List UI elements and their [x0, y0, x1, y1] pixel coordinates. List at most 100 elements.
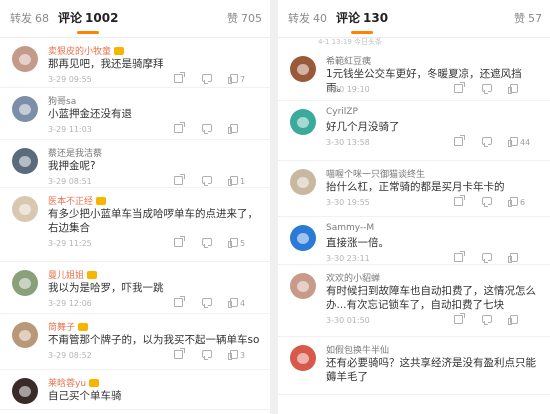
like-count: 1	[240, 177, 246, 186]
avatar[interactable]	[12, 196, 38, 222]
username[interactable]: 欢欢的小貂蝉	[326, 271, 380, 284]
comment-time: 3-29 11:03	[48, 125, 92, 134]
avatar[interactable]	[12, 378, 38, 404]
tab-comments-label: 评论	[58, 11, 83, 25]
avatar[interactable]	[12, 148, 38, 174]
reply-button[interactable]	[482, 84, 492, 96]
share-button[interactable]	[454, 82, 465, 96]
comment-text: 我押金呢?	[48, 159, 262, 173]
username[interactable]: 狗哥sa	[48, 94, 76, 107]
like-button[interactable]: 1	[228, 176, 246, 188]
like-button[interactable]	[508, 84, 520, 96]
share-button[interactable]	[174, 296, 185, 310]
avatar[interactable]	[290, 273, 316, 299]
username[interactable]: 医本不正经	[48, 194, 107, 207]
comment-item[interactable]: 欢欢的小貂蝉 有时候扫到故障车也自动扣费了，这情况怎么办...有次忘记锁车了，自动…	[278, 265, 550, 337]
comment-item[interactable]: 蔡还是我洁蔡 我押金呢? 3-29 08:51 1	[0, 140, 270, 188]
comment-item[interactable]: 简舞子 不甭管那个牌子的，以为我买不起一辆单车so 3-29 08:52 3	[0, 314, 270, 370]
username[interactable]: 曼儿姐姐	[48, 268, 98, 281]
like-button[interactable]: 5	[228, 238, 245, 250]
username-text: 卖狠皮的小牧童	[48, 47, 112, 57]
comment-item[interactable]: CyrilZP 好几个月没骑了 3-30 13:58 44	[278, 101, 550, 161]
like-button[interactable]: 4	[228, 298, 245, 310]
username[interactable]: 莱晗蓉yu	[48, 376, 100, 389]
comment-item[interactable]: 如假包换牛半仙 还有必要骑吗？这共享经济是没有盈利点只能薅羊毛了	[278, 337, 550, 395]
tab-reposts[interactable]: 转发 40	[288, 10, 327, 26]
share-button[interactable]	[174, 348, 185, 362]
reply-button[interactable]	[202, 74, 212, 86]
share-button[interactable]	[174, 72, 185, 86]
avatar-face	[19, 54, 31, 65]
like-button[interactable]: 6	[508, 197, 525, 209]
comment-item[interactable]: 喵喔个咪一只御猫谈终生 抬什么杠，正常骑的都是买月卡年卡的 3-30 19:55 6	[278, 161, 550, 217]
avatar-face	[297, 177, 309, 188]
share-button[interactable]	[454, 135, 465, 149]
comment-item[interactable]: 医本不正经 有多少把小蓝单车当成哈啰单车的点进来了，右边集合 3-29 11:25 5	[0, 188, 270, 262]
username[interactable]: Sammy--M	[326, 223, 374, 233]
reply-icon	[482, 84, 492, 94]
comment-item[interactable]: 狗哥sa 小蓝押金还没有退 3-29 11:03	[0, 88, 270, 140]
top-time: 4-1 13:19 今日头条	[318, 38, 383, 46]
share-icon	[454, 195, 465, 206]
like-button[interactable]: 44	[508, 137, 530, 149]
avatar[interactable]	[290, 225, 316, 251]
tab-likes[interactable]: 赞 57	[514, 10, 542, 26]
tab-reposts[interactable]: 转发 68	[10, 10, 49, 26]
avatar[interactable]	[290, 169, 316, 195]
like-button[interactable]: 7	[228, 74, 245, 86]
comment-item[interactable]: Sammy--M 直接涨一倍。 3-30 23:11	[278, 217, 550, 265]
like-button[interactable]	[508, 253, 520, 265]
comment-time: 3-30 23:11	[326, 254, 370, 263]
share-button[interactable]	[174, 236, 185, 250]
username[interactable]: 希範紅豆痍	[326, 54, 371, 67]
avatar[interactable]	[12, 96, 38, 122]
comment-text: 我以为是哈罗，吓我一跳	[48, 281, 262, 295]
username-text: Sammy--M	[326, 223, 375, 233]
share-button[interactable]	[454, 195, 465, 209]
avatar[interactable]	[290, 56, 316, 82]
username[interactable]: 如假包换牛半仙	[326, 343, 389, 356]
username[interactable]: 卖狠皮的小牧童	[48, 44, 125, 57]
avatar[interactable]	[290, 109, 316, 135]
reply-button[interactable]	[482, 253, 492, 265]
share-button[interactable]	[174, 174, 185, 188]
tab-reposts-count: 40	[313, 12, 327, 25]
share-icon	[454, 251, 465, 262]
share-button[interactable]	[174, 122, 185, 136]
username[interactable]: 简舞子	[48, 320, 89, 333]
username[interactable]: 喵喔个咪一只御猫谈终生	[326, 167, 425, 180]
username[interactable]: 蔡还是我洁蔡	[48, 146, 102, 159]
comment-item[interactable]: 莱晗蓉yu 自己买个单车骑	[0, 370, 270, 410]
comment-item[interactable]: 希範紅豆痍 1元钱坐公交车更好，冬暖夏凉，还遮风挡雨。 3-30 19:10	[278, 48, 550, 101]
avatar[interactable]	[12, 322, 38, 348]
tab-comments[interactable]: 评论 130	[336, 9, 388, 34]
right-tab-bar: 转发 40 评论 130 赞 57	[278, 0, 550, 38]
reply-button[interactable]	[202, 298, 212, 310]
share-button[interactable]	[454, 313, 465, 327]
avatar[interactable]	[12, 270, 38, 296]
tab-likes[interactable]: 赞 705	[227, 10, 262, 26]
avatar-face	[19, 204, 31, 215]
reply-button[interactable]	[202, 238, 212, 250]
like-button[interactable]: 3	[228, 350, 245, 362]
like-icon	[508, 315, 518, 325]
reply-button[interactable]	[202, 124, 212, 136]
comment-item[interactable]: 卖狠皮的小牧童 那再见吧，我还是骑摩拜 3-29 09:55 7	[0, 38, 270, 88]
like-button[interactable]	[508, 315, 520, 327]
share-button[interactable]	[454, 251, 465, 265]
like-button[interactable]	[228, 124, 240, 136]
comment-text: 抬什么杠，正常骑的都是买月卡年卡的	[326, 180, 542, 194]
tab-likes-count: 57	[528, 12, 542, 25]
comment-text-content: 那再见吧，我还是骑摩拜	[48, 58, 164, 70]
reply-button[interactable]	[482, 197, 492, 209]
reply-button[interactable]	[202, 350, 212, 362]
username[interactable]: CyrilZP	[326, 107, 358, 117]
tab-comments[interactable]: 评论 1002	[58, 9, 118, 34]
reply-icon	[482, 315, 492, 325]
avatar[interactable]	[12, 46, 38, 72]
reply-button[interactable]	[482, 315, 492, 327]
avatar[interactable]	[290, 345, 316, 371]
reply-button[interactable]	[482, 137, 492, 149]
reply-button[interactable]	[202, 176, 212, 188]
comment-item[interactable]: 曼儿姐姐 我以为是哈罗，吓我一跳 3-29 12:06 4	[0, 262, 270, 314]
